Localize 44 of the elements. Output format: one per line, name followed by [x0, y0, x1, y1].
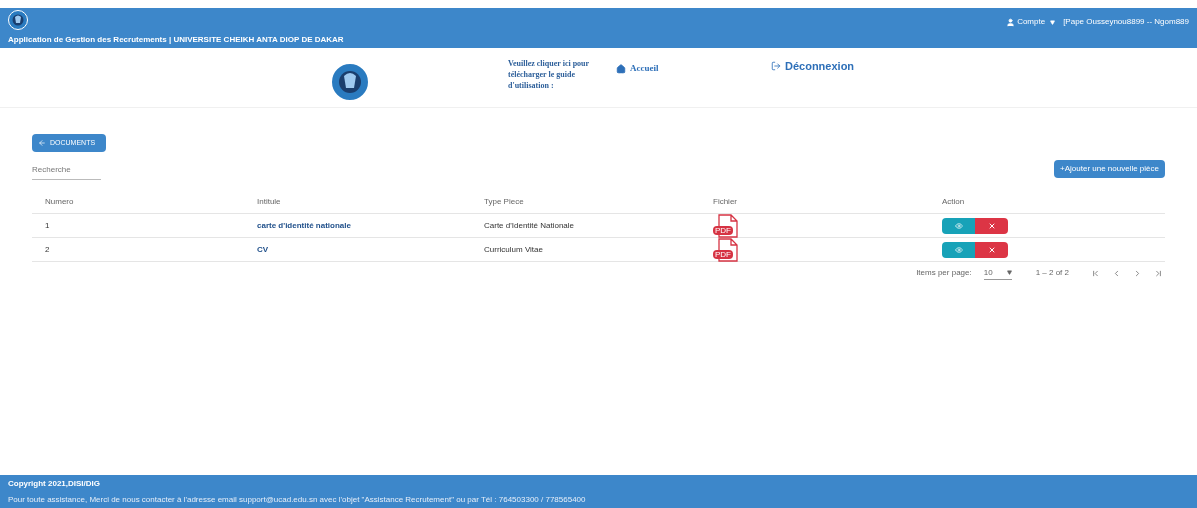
logout-link[interactable]: Déconnexion — [771, 58, 855, 75]
university-logo — [330, 62, 370, 102]
caret-icon — [1006, 270, 1012, 275]
column-header: Fichier — [713, 195, 738, 208]
table-cell-text: 1 — [44, 220, 51, 232]
column-header: Intitule — [257, 195, 282, 208]
caret-icon — [1050, 19, 1056, 25]
document-link[interactable]: carte d'identité nationale — [257, 220, 484, 232]
contact-text: Pour toute assistance, Merci de nous contacter à l'adresse email support@ucad.edu.sn avec l'objet "Assistance Recrutement" ou par Tél : 764503300 / 778565400 — [8, 493, 587, 506]
view-button[interactable] — [942, 218, 975, 234]
user-name: [Pape Ousseynou8899 -- Ngom889 — [1063, 16, 1189, 28]
logo-icon — [8, 10, 28, 30]
first-page-icon[interactable] — [1091, 268, 1100, 278]
eye-icon — [954, 246, 963, 254]
arrow-left-icon — [38, 139, 46, 147]
home-icon — [616, 63, 626, 74]
app-title: Application de Gestion des Recrutements | UNIVERSITE CHEIKH ANTA DIOP DE DAKAR — [8, 34, 344, 46]
search-field[interactable]: Recherche — [32, 164, 101, 180]
guide-link[interactable]: Veuillez cliquer ici pour télécharger le guide d'utilisation : — [508, 48, 608, 91]
eye-icon — [954, 222, 963, 230]
previous-page-icon[interactable] — [1112, 268, 1121, 278]
delete-button[interactable] — [975, 242, 1008, 258]
table-cell-text: Curriculum Vitae — [484, 244, 544, 256]
table-cell-text: Carte d'Identité Nationale — [484, 220, 576, 232]
account-menu[interactable]: Compte — [1006, 16, 1056, 28]
home-link[interactable]: Accueil — [616, 62, 771, 76]
page-range: 1 – 2 of 2 — [1035, 267, 1069, 279]
last-page-icon[interactable] — [1154, 268, 1163, 278]
table-cell-text: 2 — [44, 244, 51, 256]
close-icon — [987, 222, 996, 230]
column-header: Type Piece — [484, 195, 525, 208]
copyright-text: Copyright 2021,DISI/DIG — [8, 477, 102, 490]
items-per-page-label: Items per page: — [916, 267, 972, 279]
logout-icon — [771, 61, 781, 72]
delete-button[interactable] — [975, 218, 1008, 234]
column-header: Numero — [44, 195, 75, 208]
document-link[interactable]: CV — [257, 244, 484, 256]
view-button[interactable] — [942, 242, 975, 258]
user-icon — [1006, 17, 1016, 27]
add-button[interactable]: +Ajouter une nouvelle pièce — [1054, 160, 1165, 178]
column-header: Action — [942, 195, 966, 208]
next-page-icon[interactable] — [1133, 268, 1142, 278]
page-size-select[interactable]: 10 — [983, 266, 1012, 280]
close-icon — [987, 246, 996, 254]
